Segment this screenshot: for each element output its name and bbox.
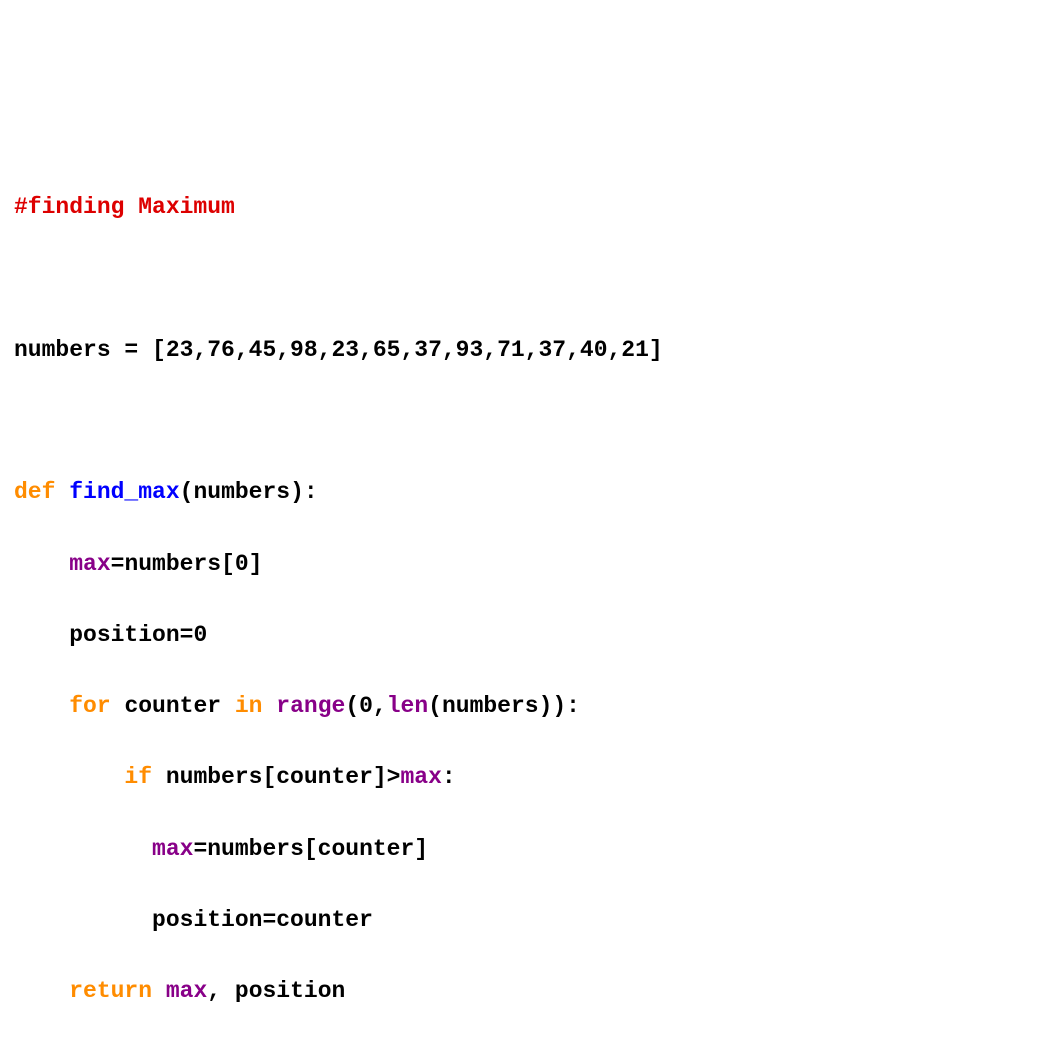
code-line-comment: #finding Maximum <box>14 190 1028 226</box>
indent <box>14 764 124 790</box>
for-after-range: (0, <box>345 693 386 719</box>
indent <box>14 907 152 933</box>
code-line-numbers-assign: numbers = [23,76,45,98,23,65,37,93,71,37… <box>14 333 1028 369</box>
colon: : <box>442 764 456 790</box>
indent <box>14 551 69 577</box>
code-line-pos-assign: position=counter <box>14 903 1028 939</box>
code-line-pos-init: position=0 <box>14 618 1028 654</box>
kw-return: return <box>69 978 152 1004</box>
builtin-len: len <box>387 693 428 719</box>
code-line-def: def find_max(numbers): <box>14 475 1028 511</box>
pos-assign: position=counter <box>152 907 373 933</box>
for-counter: counter <box>111 693 235 719</box>
builtin-max: max <box>69 551 110 577</box>
kw-def: def <box>14 479 55 505</box>
code-block: #finding Maximum numbers = [23,76,45,98,… <box>14 155 1028 1046</box>
code-line-if: if numbers[counter]>max: <box>14 760 1028 796</box>
return-rest: , position <box>207 978 345 1004</box>
numbers-assignment: numbers = [23,76,45,98,23,65,37,93,71,37… <box>14 337 663 363</box>
if-middle: numbers[counter]> <box>152 764 400 790</box>
code-line-for: for counter in range(0,len(numbers)): <box>14 689 1028 725</box>
indent <box>14 622 69 648</box>
code-line-max-init: max=numbers[0] <box>14 547 1028 583</box>
code-line-return: return max, position <box>14 974 1028 1010</box>
code-blank-2 <box>14 404 1028 440</box>
indent <box>14 836 152 862</box>
code-blank-1 <box>14 261 1028 297</box>
func-name: find_max <box>55 479 179 505</box>
comment-text: #finding Maximum <box>14 194 235 220</box>
indent <box>14 978 69 1004</box>
kw-in: in <box>235 693 263 719</box>
builtin-max: max <box>166 978 207 1004</box>
indent <box>14 693 69 719</box>
builtin-range: range <box>276 693 345 719</box>
kw-if: if <box>124 764 152 790</box>
space <box>262 693 276 719</box>
code-line-max-assign: max=numbers[counter] <box>14 832 1028 868</box>
pos-init: position=0 <box>69 622 207 648</box>
max-assign-rest: =numbers[counter] <box>193 836 428 862</box>
kw-for: for <box>69 693 110 719</box>
builtin-max: max <box>152 836 193 862</box>
for-tail: (numbers)): <box>428 693 580 719</box>
builtin-max: max <box>400 764 441 790</box>
max-init-rest: =numbers[0] <box>111 551 263 577</box>
def-params: (numbers): <box>180 479 318 505</box>
space <box>152 978 166 1004</box>
